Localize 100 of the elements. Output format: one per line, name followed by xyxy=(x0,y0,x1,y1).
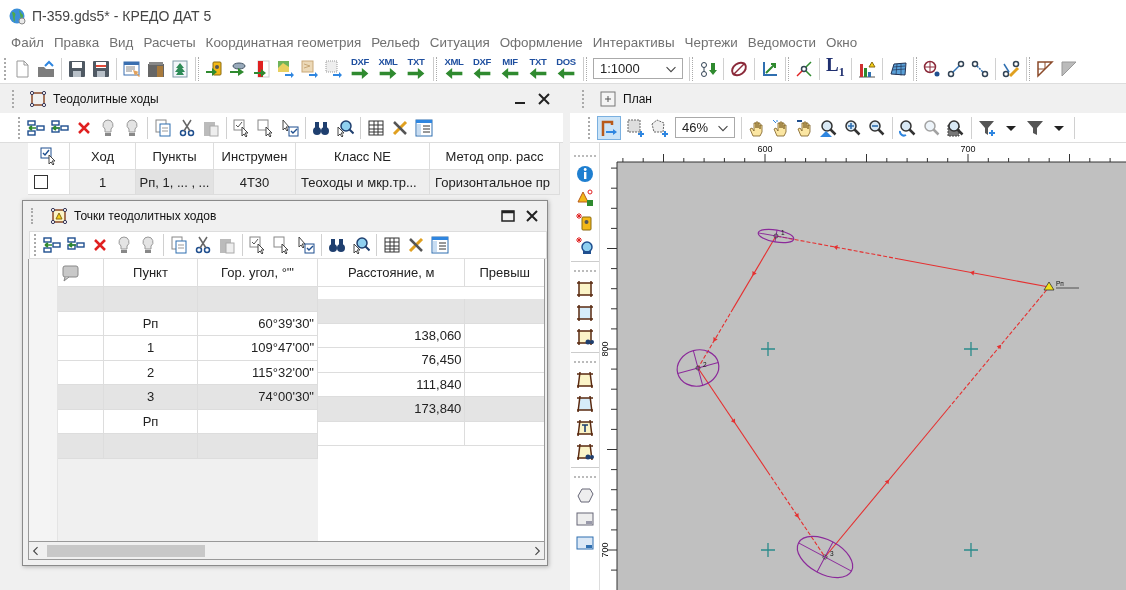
lightbulb-icon[interactable] xyxy=(123,118,141,137)
zoom-forward-icon[interactable] xyxy=(923,118,941,137)
tools-icon[interactable] xyxy=(391,118,409,137)
level-arrow-icon[interactable] xyxy=(229,59,247,78)
scale-combo[interactable]: 1:1000 xyxy=(593,58,683,79)
filter-icon[interactable] xyxy=(1026,118,1044,137)
nodes-icon[interactable] xyxy=(970,59,989,78)
binoculars-icon[interactable] xyxy=(328,236,346,254)
import-button[interactable]: XML xyxy=(443,55,465,82)
trapezoid-frame-icon[interactable] xyxy=(575,395,594,413)
triangle-point-icon[interactable] xyxy=(575,189,594,207)
scissors-icon[interactable] xyxy=(194,236,212,254)
polygon-icon[interactable] xyxy=(575,486,594,504)
list-window-icon[interactable] xyxy=(415,118,433,137)
polygon-select-icon[interactable] xyxy=(651,118,669,137)
export-button[interactable]: TXT xyxy=(405,55,427,82)
insert-row-icon[interactable] xyxy=(27,118,45,137)
search-icon[interactable] xyxy=(336,118,354,137)
export-button[interactable]: XML xyxy=(377,55,399,82)
column-header[interactable]: Ход xyxy=(70,143,136,170)
map-arrow-icon[interactable] xyxy=(325,59,343,78)
tools-icon[interactable] xyxy=(407,236,425,254)
menu-item[interactable]: Координатная геометрия xyxy=(200,35,367,50)
triangle-icon[interactable] xyxy=(1059,59,1078,78)
copy-icon[interactable] xyxy=(154,118,172,137)
hand-icon[interactable] xyxy=(772,118,790,137)
select-all-icon[interactable] xyxy=(39,147,58,165)
lightbulb-icon[interactable] xyxy=(139,236,157,254)
error-ellipse[interactable] xyxy=(757,228,795,244)
import-button[interactable]: DOS xyxy=(555,55,577,82)
grid-surface-icon[interactable] xyxy=(888,59,907,78)
triangle-icon[interactable] xyxy=(1035,59,1054,78)
select-tool-button[interactable] xyxy=(597,115,621,140)
filter-add-icon[interactable] xyxy=(978,118,996,137)
zoom-combo[interactable]: 46% xyxy=(675,117,735,138)
window-icon[interactable] xyxy=(575,510,594,528)
device-icon[interactable] xyxy=(575,237,594,255)
hand-icon[interactable] xyxy=(796,118,814,137)
menu-item[interactable]: Правка xyxy=(48,35,105,50)
nodes-arrow-icon[interactable] xyxy=(699,59,717,78)
zoom-window-icon[interactable] xyxy=(947,118,965,137)
menu-item[interactable]: Рельеф xyxy=(366,35,425,50)
target-icon[interactable] xyxy=(922,59,941,78)
lightbulb-icon[interactable] xyxy=(115,236,133,254)
menu-item[interactable]: Окно xyxy=(821,35,863,50)
scissors-icon[interactable] xyxy=(178,118,196,137)
rectangle-select-icon[interactable] xyxy=(627,118,645,137)
table-icon[interactable] xyxy=(383,236,401,254)
select-icon[interactable] xyxy=(257,118,275,137)
column-header[interactable]: Инструмен xyxy=(214,143,296,170)
select-check-icon[interactable] xyxy=(297,236,315,254)
zoom-extents-icon[interactable] xyxy=(820,118,838,137)
import-button[interactable]: TXT xyxy=(527,55,549,82)
select-check-icon[interactable] xyxy=(233,118,251,137)
page-arrow-icon[interactable] xyxy=(253,59,271,78)
frame-icon[interactable] xyxy=(575,280,594,298)
axes-arrows-icon[interactable] xyxy=(761,59,779,78)
error-ellipse[interactable] xyxy=(676,349,720,387)
column-header[interactable]: Класс NE xyxy=(296,143,430,170)
menu-item[interactable]: Файл xyxy=(6,35,49,50)
select-icon[interactable] xyxy=(273,236,291,254)
window-icon[interactable] xyxy=(575,534,594,552)
menu-item[interactable]: Расчеты xyxy=(138,35,201,50)
table-icon[interactable] xyxy=(367,118,385,137)
expand-icon[interactable] xyxy=(599,89,617,108)
frame-icon[interactable] xyxy=(575,328,594,346)
zoom-out-icon[interactable] xyxy=(868,118,886,137)
node-arrows-icon[interactable] xyxy=(795,59,813,78)
zoom-in-icon[interactable] xyxy=(844,118,862,137)
menu-item[interactable]: Ведомости xyxy=(742,35,822,50)
symbol-button[interactable]: L$_{1}$ xyxy=(826,55,845,82)
clipboard-icon[interactable] xyxy=(218,236,236,254)
import-button[interactable]: MIF xyxy=(499,55,521,82)
copy-icon[interactable] xyxy=(170,236,188,254)
column-header[interactable]: Расстояние, м xyxy=(318,259,466,287)
trapezoid-frame-icon[interactable] xyxy=(575,443,594,461)
menu-item[interactable]: Ситуация xyxy=(424,35,495,50)
checkbox[interactable] xyxy=(34,175,48,189)
tree-icon[interactable] xyxy=(171,59,189,78)
column-header[interactable]: Пункты xyxy=(136,143,214,170)
open-folder-icon[interactable] xyxy=(37,59,55,78)
device-arrow-icon[interactable] xyxy=(205,59,223,78)
lightbulb-icon[interactable] xyxy=(99,118,117,137)
bar-chart-icon[interactable] xyxy=(857,59,876,78)
select-check-icon[interactable] xyxy=(281,118,299,137)
info-icon[interactable] xyxy=(575,165,594,183)
map-arrow-icon[interactable] xyxy=(277,59,295,78)
export-button[interactable]: DXF xyxy=(349,55,371,82)
scrollbar-thumb[interactable] xyxy=(47,544,205,557)
binders-icon[interactable] xyxy=(147,59,165,78)
column-header[interactable]: Превыш xyxy=(465,259,544,287)
search-icon[interactable] xyxy=(352,236,370,254)
nodes-icon[interactable] xyxy=(946,59,965,78)
import-button[interactable]: DXF xyxy=(471,55,493,82)
menu-item[interactable]: Чертежи xyxy=(679,35,743,50)
frame-icon[interactable] xyxy=(575,304,594,322)
trapezoid-frame-icon[interactable] xyxy=(575,371,594,389)
device-icon[interactable] xyxy=(575,213,594,231)
menu-item[interactable]: Вид xyxy=(104,35,139,50)
menu-item[interactable]: Интерактивы xyxy=(587,35,680,50)
